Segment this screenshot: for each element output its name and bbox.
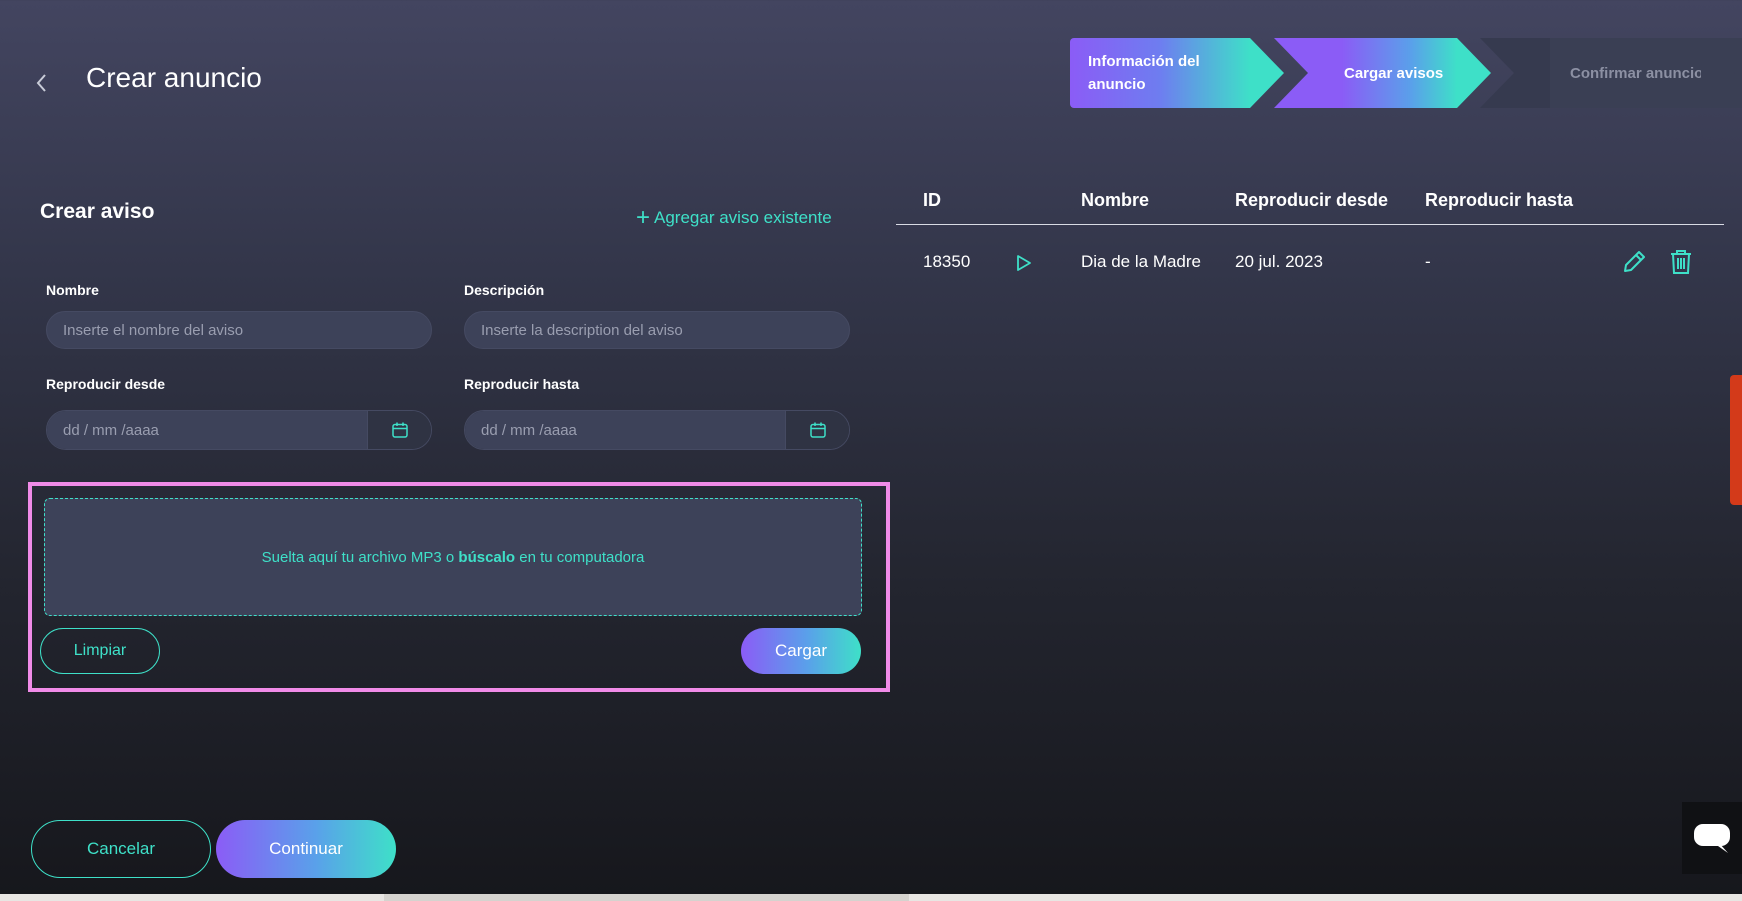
col-header-hasta: Reproducir hasta: [1425, 190, 1574, 210]
calendar-icon: [391, 422, 408, 438]
upload-button[interactable]: Cargar: [741, 628, 861, 674]
bottom-scrollbar[interactable]: [0, 894, 1742, 901]
table-header-divider: [896, 224, 1724, 225]
chat-widget-button[interactable]: [1682, 802, 1742, 874]
play-to-input[interactable]: dd / mm /aaaa: [465, 411, 785, 449]
step-arrow: [1701, 38, 1735, 108]
play-to-label: Reproducir hasta: [464, 376, 580, 392]
browse-link[interactable]: búscalo: [458, 549, 515, 566]
step-arrow: [1274, 38, 1344, 108]
step-informacion[interactable]: Información del anuncio: [1070, 38, 1250, 108]
pencil-icon: [1624, 251, 1645, 272]
col-header-id: ID: [923, 190, 941, 210]
description-label: Descripción: [464, 282, 545, 298]
step-label: Cargar avisos: [1344, 64, 1444, 82]
play-to-date-field: dd / mm /aaaa: [464, 410, 850, 450]
dropzone-text: Suelta aquí tu archivo MP3 o búscalo en …: [261, 548, 645, 566]
play-to-calendar-button[interactable]: [785, 411, 849, 449]
calendar-icon: [809, 422, 826, 438]
cancel-button[interactable]: Cancelar: [31, 820, 211, 878]
cell-nombre: Dia de la Madre: [1081, 252, 1202, 271]
back-button[interactable]: [30, 70, 52, 96]
step-label: Confirmar anuncio: [1570, 64, 1704, 82]
edit-button[interactable]: [1620, 248, 1648, 281]
col-header-nombre: Nombre: [1081, 190, 1150, 210]
step-label: Información del anuncio: [1088, 53, 1200, 93]
play-from-input[interactable]: dd / mm /aaaa: [47, 411, 367, 449]
progress-stepper: Información del anuncio Cargar avisos Co…: [1070, 38, 1742, 108]
play-icon: [1017, 255, 1031, 271]
col-header-desde: Reproducir desde: [1235, 190, 1389, 210]
chat-icon: [1694, 824, 1730, 853]
cell-desde: 20 jul. 2023: [1235, 252, 1323, 271]
play-from-calendar-button[interactable]: [367, 411, 431, 449]
plus-icon: +: [636, 204, 651, 231]
step-arrow: [1480, 38, 1550, 108]
play-from-label: Reproducir desde: [46, 376, 166, 392]
mp3-dropzone[interactable]: Suelta aquí tu archivo MP3 o búscalo en …: [44, 498, 862, 616]
play-from-date-field: dd / mm /aaaa: [46, 410, 432, 450]
description-input[interactable]: Inserte la description del aviso: [464, 311, 850, 349]
step-cargar-avisos[interactable]: Cargar avisos: [1342, 38, 1457, 108]
chevron-left-icon: [36, 74, 46, 92]
cell-id: 18350: [923, 252, 971, 271]
page-title: Crear anuncio: [86, 62, 262, 93]
clear-button[interactable]: Limpiar: [40, 628, 160, 674]
add-existing-label: Agregar aviso existente: [654, 208, 832, 227]
play-button[interactable]: [1016, 254, 1032, 277]
name-label: Nombre: [46, 282, 99, 298]
cell-hasta: -: [1425, 252, 1431, 271]
section-title: Crear aviso: [40, 200, 155, 223]
delete-button[interactable]: [1668, 248, 1694, 281]
trash-icon: [1671, 250, 1691, 274]
upload-section: Suelta aquí tu archivo MP3 o búscalo en …: [28, 482, 890, 692]
continue-button[interactable]: Continuar: [216, 820, 396, 878]
scrollbar-thumb[interactable]: [384, 894, 909, 901]
name-input[interactable]: Inserte el nombre del aviso: [46, 311, 432, 349]
add-existing-aviso-link[interactable]: + Agregar aviso existente: [636, 204, 832, 231]
feedback-side-tab[interactable]: [1730, 375, 1742, 505]
